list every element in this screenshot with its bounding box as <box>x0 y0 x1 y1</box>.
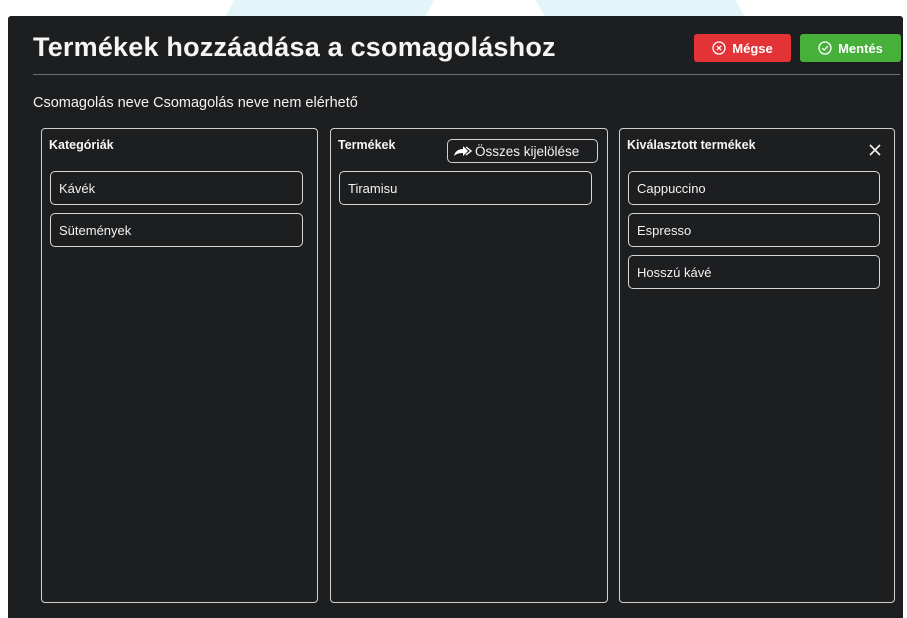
selected-product-item[interactable]: Espresso <box>628 213 880 247</box>
selected-product-item[interactable]: Cappuccino <box>628 171 880 205</box>
selected-products-title: Kiválasztott termékek <box>627 138 756 152</box>
product-item[interactable]: Tiramisu <box>339 171 592 205</box>
select-all-button[interactable]: Összes kijelölése <box>447 139 598 163</box>
selected-product-item-label: Hosszú kávé <box>637 264 712 280</box>
selected-product-item-label: Espresso <box>637 222 692 238</box>
page-title: Termékek hozzáadása a csomagoláshoz <box>33 32 556 62</box>
products-column: Termékek Összes kijelölése Tiramisu <box>330 128 608 603</box>
circle-check-icon <box>818 41 832 55</box>
background-shape-right <box>535 0 745 16</box>
products-title: Termékek <box>338 138 396 152</box>
circle-x-icon <box>712 41 726 55</box>
category-item[interactable]: Sütemények <box>50 213 303 247</box>
product-item-label: Tiramisu <box>348 180 398 196</box>
categories-column: Kategóriák Kávék Sütemények <box>41 128 318 603</box>
category-item[interactable]: Kávék <box>50 171 303 205</box>
selected-product-item-label: Cappuccino <box>637 180 706 196</box>
cancel-button[interactable]: Mégse <box>694 34 791 62</box>
selected-products-column: Kiválasztott termékek Cappuccino Espress… <box>619 128 895 603</box>
save-button-label: Mentés <box>838 40 883 56</box>
select-all-label: Összes kijelölése <box>475 143 580 159</box>
category-item-label: Sütemények <box>59 222 132 238</box>
package-name-text: Csomagolás neve Csomagolás neve nem elér… <box>33 95 358 111</box>
close-icon[interactable] <box>868 143 882 157</box>
cancel-button-label: Mégse <box>732 40 773 56</box>
selected-product-item[interactable]: Hosszú kávé <box>628 255 880 289</box>
dialog-panel: Termékek hozzáadása a csomagoláshoz Mégs… <box>8 16 903 618</box>
save-button[interactable]: Mentés <box>800 34 901 62</box>
categories-title: Kategóriák <box>49 138 114 152</box>
category-item-label: Kávék <box>59 180 96 196</box>
header-divider <box>33 74 900 75</box>
background-shape-left <box>225 0 435 16</box>
share-arrow-icon <box>452 144 474 158</box>
